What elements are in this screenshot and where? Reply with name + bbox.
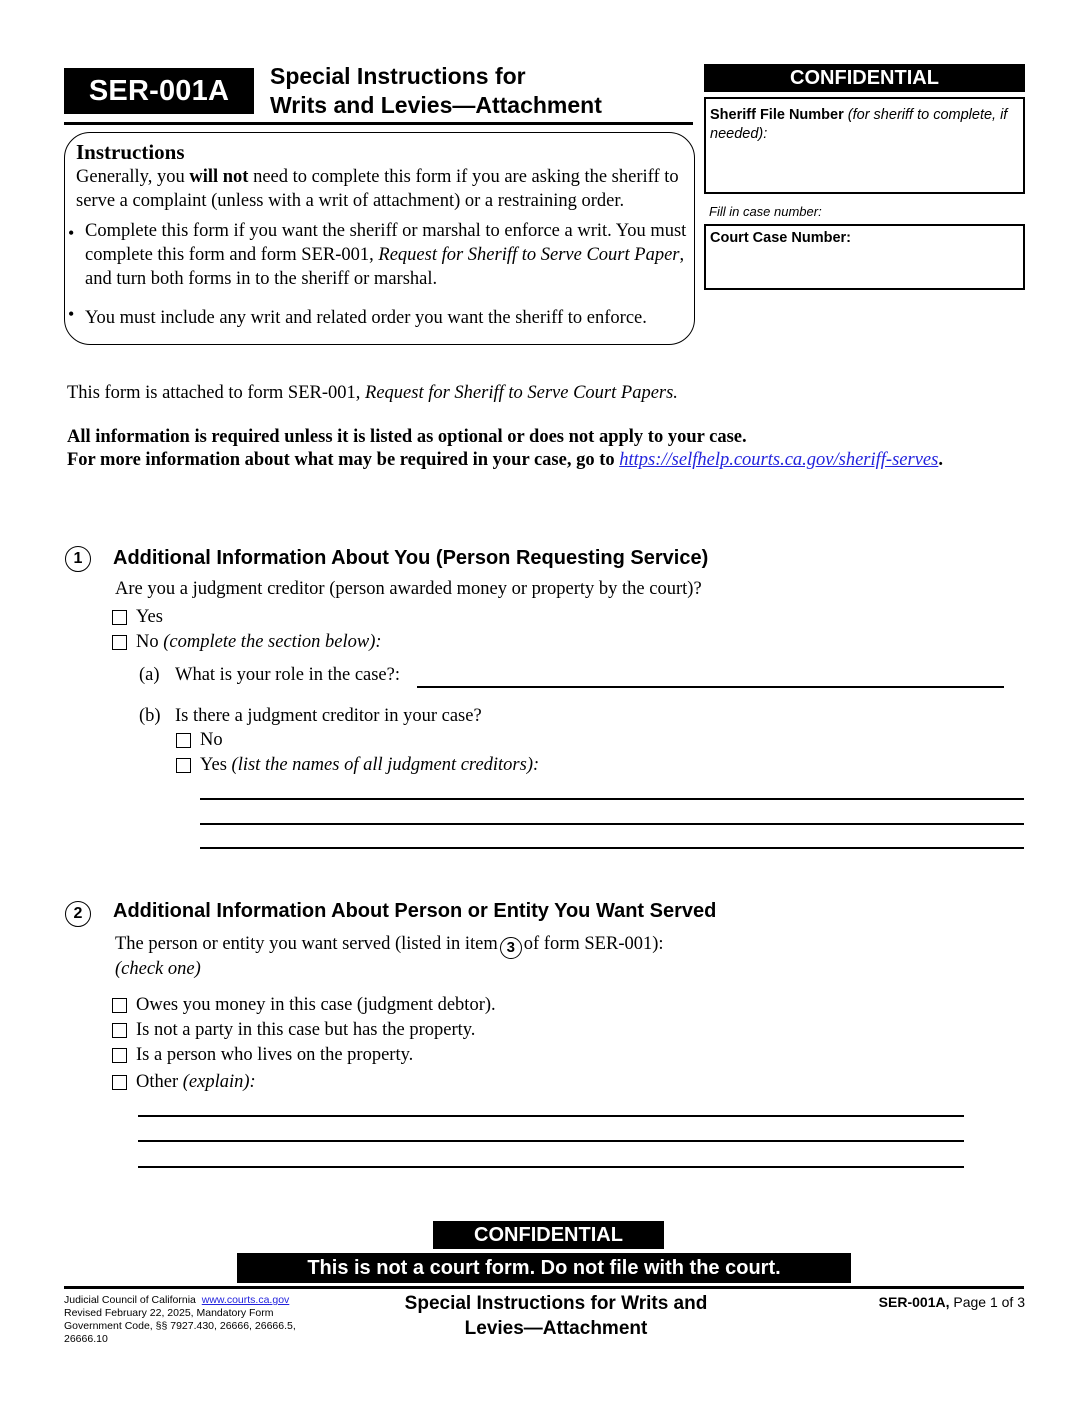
question-text-rest: of form SER-001): xyxy=(523,934,664,954)
bullet-icon: • xyxy=(68,304,75,324)
sheriff-file-number-label: Sheriff File Number (for sheriff to comp… xyxy=(710,106,1010,144)
section-2-number-icon: 2 xyxy=(65,901,91,927)
footer-form-title: Special Instructions for Writs and Levie… xyxy=(380,1291,732,1341)
option-label: Yes xyxy=(136,607,163,627)
required-note: All information is required unless it is… xyxy=(67,426,943,472)
page-number: Page 1 of 3 xyxy=(949,1294,1025,1310)
footer-title-line2: Levies—Attachment xyxy=(464,1318,648,1339)
section-1-title: Additional Information About You (Person… xyxy=(113,547,709,569)
court-case-number-field[interactable]: Court Case Number: xyxy=(704,224,1025,290)
served-not-party-option[interactable]: Is not a party in this case but has the … xyxy=(112,1020,475,1041)
sheriff-file-number-field[interactable]: Sheriff File Number (for sheriff to comp… xyxy=(704,97,1025,194)
item-a-marker: (a) xyxy=(139,665,160,685)
checkbox-yes[interactable] xyxy=(112,610,127,625)
required-note-line1: All information is required unless it is… xyxy=(67,427,747,447)
judgment-creditor-no-option[interactable]: No (complete the section below): xyxy=(112,632,382,653)
courts-website-link[interactable]: www.courts.ca.gov xyxy=(202,1294,290,1306)
has-judgment-creditor-yes-option[interactable]: Yes (list the names of all judgment cred… xyxy=(176,755,539,776)
section-2-title: Additional Information About Person or E… xyxy=(113,900,717,922)
option-note: (explain): xyxy=(182,1072,256,1092)
role-in-case-input[interactable] xyxy=(417,686,1004,688)
selfhelp-link[interactable]: https://selfhelp.courts.ca.gov/sheriff-s… xyxy=(619,450,938,470)
attached-note-form-name: Request for Sheriff to Serve Court Paper… xyxy=(365,383,678,403)
header-divider xyxy=(64,122,693,125)
footer-divider xyxy=(64,1286,1024,1289)
other-explain-line-2[interactable] xyxy=(138,1140,964,1142)
checkbox[interactable] xyxy=(112,1048,127,1063)
intro-text: Generally, you xyxy=(76,167,190,187)
has-judgment-creditor-no-option[interactable]: No xyxy=(176,730,223,751)
judgment-creditor-names-line-3[interactable] xyxy=(200,847,1024,849)
question-text: The person or entity you want served (li… xyxy=(115,934,498,954)
confidential-banner-top: CONFIDENTIAL xyxy=(704,64,1025,92)
instructions-intro: Generally, you will not need to complete… xyxy=(76,165,701,213)
required-note-period: . xyxy=(938,450,943,470)
item-a-question: What is your role in the case?: xyxy=(175,665,400,685)
intro-emphasis: will not xyxy=(189,167,249,187)
option-label: Yes xyxy=(200,755,227,775)
item-b-question: Is there a judgment creditor in your cas… xyxy=(175,706,482,726)
footer-publisher-info: Judicial Council of California www.court… xyxy=(64,1294,324,1346)
attached-note-text: This form is attached to form SER-001, xyxy=(67,383,366,403)
checkbox[interactable] xyxy=(112,1023,127,1038)
item-b-marker: (b) xyxy=(139,706,161,726)
required-note-line2-text: For more information about what may be r… xyxy=(67,450,620,470)
checkbox-no[interactable] xyxy=(176,733,191,748)
item-3-reference-icon: 3 xyxy=(499,936,522,959)
form-title-line2: Writs and Levies—Attachment xyxy=(270,92,602,118)
option-note: (list the names of all judgment creditor… xyxy=(231,755,540,775)
section-1-question: Are you a judgment creditor (person awar… xyxy=(115,579,702,599)
sheriff-file-label-bold: Sheriff File Number xyxy=(710,107,844,123)
footer-revised-date: Revised February 22, 2025, Mandatory For… xyxy=(64,1307,274,1319)
served-owes-money-option[interactable]: Owes you money in this case (judgment de… xyxy=(112,995,496,1016)
checkbox-no[interactable] xyxy=(112,635,127,650)
served-lives-on-property-option[interactable]: Is a person who lives on the property. xyxy=(112,1045,413,1066)
option-label: No xyxy=(200,730,223,750)
instructions-bullet-1: Complete this form if you want the sheri… xyxy=(85,219,695,291)
served-other-option[interactable]: Other (explain): xyxy=(112,1072,256,1093)
checkbox[interactable] xyxy=(112,998,127,1013)
other-explain-line-1[interactable] xyxy=(138,1115,964,1117)
footer-title-line1: Special Instructions for Writs and xyxy=(404,1293,708,1314)
checkbox-yes[interactable] xyxy=(176,758,191,773)
court-case-number-label: Court Case Number: xyxy=(710,230,851,246)
footer-page-indicator: SER-001A, Page 1 of 3 xyxy=(820,1294,1025,1310)
footer-form-id: SER-001A, xyxy=(878,1294,950,1310)
form-title-line1: Special Instructions for xyxy=(270,63,526,89)
instructions-title: Instructions xyxy=(76,140,185,164)
required-note-line2: For more information about what may be r… xyxy=(67,449,943,472)
form-id-badge: SER-001A xyxy=(64,68,254,114)
confidential-banner-bottom: CONFIDENTIAL xyxy=(433,1221,664,1249)
option-label: No xyxy=(136,632,159,652)
section-2-question: The person or entity you want served (li… xyxy=(115,934,664,959)
option-label: Owes you money in this case (judgment de… xyxy=(136,995,496,1015)
option-note: (complete the section below): xyxy=(163,632,382,652)
fill-case-number-hint: Fill in case number: xyxy=(709,204,822,219)
judgment-creditor-names-line-2[interactable] xyxy=(200,823,1024,825)
option-label: Other xyxy=(136,1072,179,1092)
check-one-hint: (check one) xyxy=(115,959,201,979)
footer-government-code: Government Code, §§ 7927.430, 26666, 266… xyxy=(64,1320,296,1345)
judgment-creditor-names-line-1[interactable] xyxy=(200,798,1024,800)
not-court-form-banner: This is not a court form. Do not file wi… xyxy=(237,1253,851,1283)
option-label: Is a person who lives on the property. xyxy=(136,1045,414,1065)
bullet-icon: • xyxy=(68,223,75,243)
checkbox[interactable] xyxy=(112,1075,127,1090)
judgment-creditor-yes-option[interactable]: Yes xyxy=(112,607,163,628)
form-title: Special Instructions for Writs and Levie… xyxy=(270,62,602,120)
option-label: Is not a party in this case but has the … xyxy=(136,1020,476,1040)
bullet1-form-name: Request for Sheriff to Serve Court Paper xyxy=(378,245,680,265)
instructions-bullet-2: You must include any writ and related or… xyxy=(85,308,647,328)
other-explain-line-3[interactable] xyxy=(138,1166,964,1168)
section-1-number-icon: 1 xyxy=(65,546,91,572)
footer-council-line: Judicial Council of California www.court… xyxy=(64,1294,324,1307)
attached-note: This form is attached to form SER-001, R… xyxy=(67,383,678,404)
council-name: Judicial Council of California xyxy=(64,1294,196,1306)
